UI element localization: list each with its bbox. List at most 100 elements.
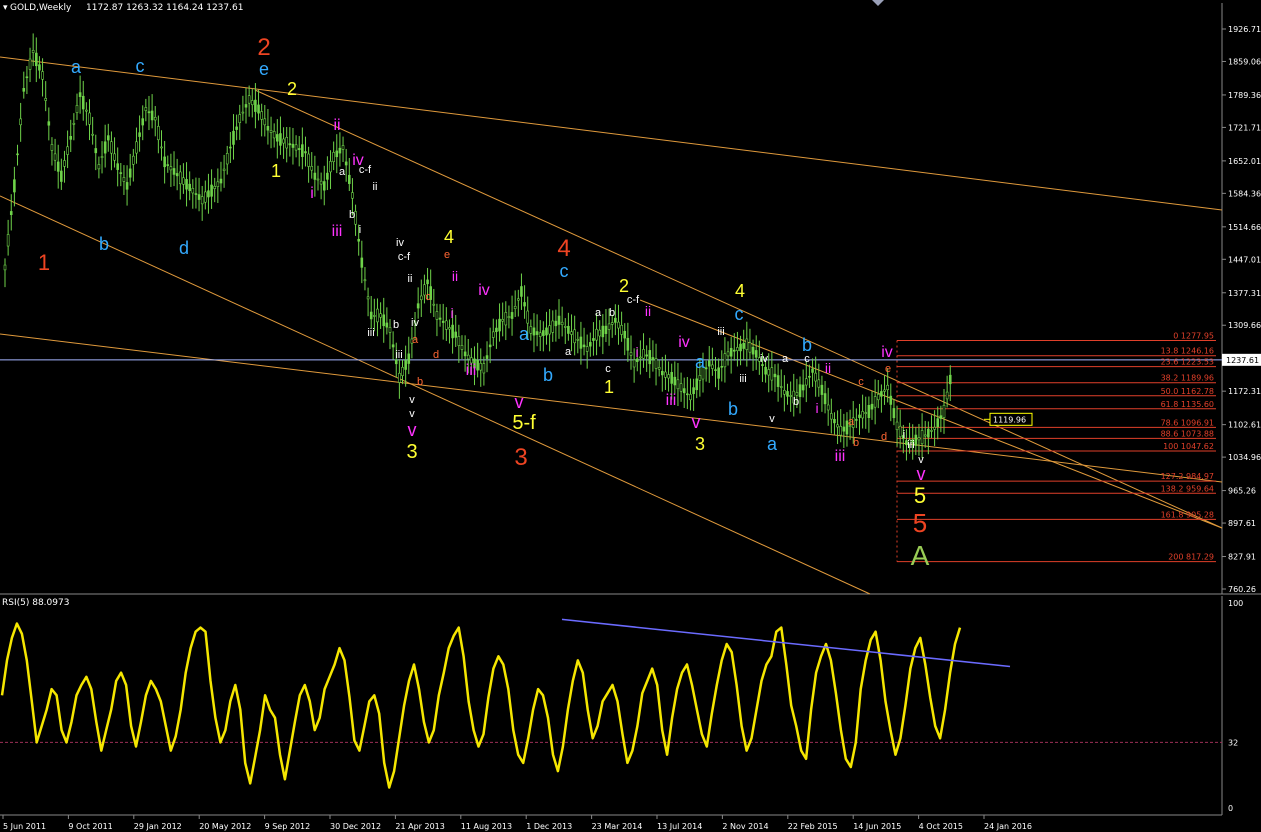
candle-body: [63, 160, 66, 167]
candle-body: [629, 352, 633, 356]
candle-body: [923, 434, 927, 437]
candle-body: [723, 353, 727, 368]
wave-sublabel: c-f: [398, 251, 411, 263]
candle-body: [714, 369, 717, 371]
rsi-tick-label: 32: [1228, 738, 1238, 747]
candle-body: [864, 412, 868, 414]
candle-body: [557, 315, 561, 325]
wave-sublabel: v: [769, 413, 775, 425]
candle-body: [197, 194, 201, 200]
wave-label: 3: [695, 434, 705, 454]
candle-body: [260, 111, 263, 120]
candle-body: [301, 144, 304, 157]
candle-body: [604, 325, 608, 334]
candle-body: [610, 322, 614, 325]
candle-body: [463, 351, 467, 357]
candle-body: [72, 123, 76, 125]
candle-body: [110, 141, 113, 154]
wave-label: iv: [678, 334, 690, 351]
wave-label: v: [917, 464, 926, 484]
candle-body: [388, 327, 392, 333]
candle-body: [9, 211, 13, 216]
wave-label: a: [695, 352, 706, 372]
candle-body: [836, 424, 839, 428]
candle-body: [276, 134, 279, 142]
candle-body: [789, 395, 792, 397]
candle-body: [535, 331, 539, 335]
candle-body: [122, 177, 126, 182]
wave-label: 5: [913, 508, 927, 538]
fib-level-label: 127.2 984.97: [1161, 472, 1214, 481]
wave-label: ii: [333, 117, 340, 134]
candle-body: [764, 366, 767, 375]
price-tick-label: 1652.01: [1228, 157, 1261, 166]
candle-body: [382, 314, 386, 327]
candle-body: [216, 181, 220, 187]
price-tick-label: 1789.36: [1228, 91, 1261, 100]
candle-body: [304, 151, 307, 154]
wave-label: 4: [735, 281, 745, 301]
candle-body: [432, 303, 436, 306]
candle-body: [351, 192, 354, 199]
candle-body: [132, 155, 135, 165]
candle-body: [817, 379, 821, 388]
wave-sublabel: a: [782, 353, 789, 365]
candle-body: [648, 350, 652, 365]
wave-label: e: [259, 59, 269, 79]
fib-level-label: 61.8 1135.60: [1161, 400, 1214, 409]
candle-body: [250, 100, 254, 106]
candle-body: [279, 133, 282, 146]
wave-sublabel: iv: [411, 317, 419, 329]
wave-sublabel: b: [609, 307, 615, 319]
candle-body: [804, 378, 808, 386]
candle-body: [826, 404, 830, 411]
candle-body: [898, 425, 902, 438]
candle-body: [742, 342, 745, 349]
candle-body: [288, 143, 292, 146]
candle-body: [664, 371, 667, 378]
fib-level-label: 23.6 1223.53: [1161, 358, 1214, 367]
candle-body: [598, 329, 602, 337]
candle-body: [13, 179, 16, 193]
chart-background: [0, 0, 1261, 832]
wave-label: 3: [514, 444, 527, 471]
wave-sublabel: b: [853, 437, 859, 449]
wave-label: a: [71, 57, 82, 77]
candle-body: [188, 183, 191, 192]
candle-body: [507, 316, 511, 318]
candle-body: [501, 319, 504, 322]
candle-body: [213, 186, 217, 189]
rsi-tick-label: 0: [1228, 804, 1233, 813]
candle-body: [401, 367, 404, 376]
wave-sublabel: c: [425, 291, 431, 303]
time-tick-label: 11 Aug 2013: [461, 822, 512, 831]
candle-body: [416, 303, 420, 309]
candle-body: [682, 388, 686, 394]
fib-level-label: 38.2 1189.96: [1161, 374, 1214, 383]
candle-body: [172, 168, 176, 175]
candle-body: [266, 126, 270, 131]
wave-sublabel: c: [858, 376, 864, 388]
price-tick-label: 827.91: [1228, 553, 1256, 562]
candle-body: [861, 411, 864, 419]
wave-label: i: [815, 400, 818, 416]
candle-body: [366, 296, 370, 300]
rsi-tick-label: 100: [1228, 599, 1243, 608]
candle-body: [867, 404, 871, 418]
candle-body: [232, 130, 235, 145]
candle-body: [144, 107, 148, 111]
wave-label: a: [519, 324, 530, 344]
candle-body: [175, 173, 179, 177]
candle-body: [560, 321, 564, 326]
candle-body: [592, 338, 595, 341]
wave-label: 2: [287, 79, 297, 99]
header-symbol-icon: ▾: [3, 3, 8, 13]
candle-body: [263, 118, 267, 126]
wave-label: c: [735, 304, 744, 324]
price-tick-label: 1721.71: [1228, 123, 1261, 132]
chart-symbol: GOLD,Weekly: [10, 3, 72, 13]
price-tick-label: 965.26: [1228, 487, 1256, 496]
candle-body: [830, 413, 833, 420]
candle-body: [241, 111, 245, 114]
wave-sublabel: v: [409, 394, 415, 406]
